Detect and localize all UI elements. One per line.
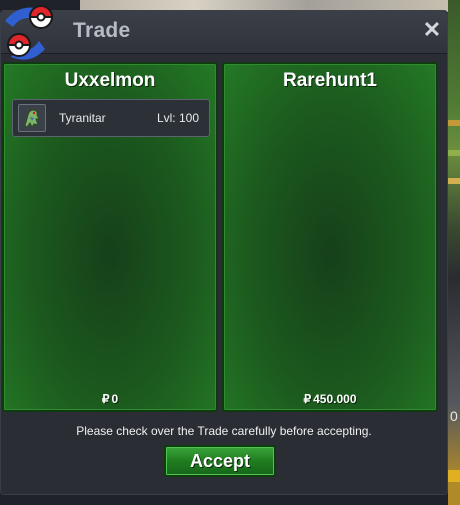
money-offer-self: ₽0 [4,392,216,406]
trade-panel-partner: Rarehunt1 ₽450.000 [222,62,438,412]
tyranitar-sprite-icon [18,104,46,132]
close-icon[interactable]: ✕ [421,19,443,41]
accept-button[interactable]: Accept [164,445,276,477]
trade-item-row[interactable]: Tyranitar Lvl: 100 [12,99,210,137]
game-screen: 0 Trade ✕ Uxxelmon Tyranitar Lvl: 100 ₽ … [0,0,460,505]
window-title: Trade [73,19,131,42]
money-value-partner: 450.000 [313,392,357,406]
trade-window: Trade ✕ Uxxelmon Tyranitar Lvl: 100 ₽ 0 … [0,5,448,495]
game-background-strip [448,0,460,505]
player-name-self: Uxxelmon [64,70,156,91]
money-value-self: 0 [111,392,119,406]
pokeball-logo-icon [5,5,54,60]
edge-number: 0 [450,408,458,424]
trade-panel-self: Uxxelmon Tyranitar Lvl: 100 ₽0 [2,62,218,412]
money-offer-partner: ₽450.000 [224,392,436,406]
currency-icon: ₽ [303,392,312,406]
currency-icon: ₽ [101,392,110,406]
item-name: Tyranitar [59,111,106,125]
player-name-partner: Rarehunt1 [283,70,377,91]
item-level: Lvl: 100 [156,111,199,125]
trade-notice: Please check over the Trade carefully be… [76,424,372,438]
